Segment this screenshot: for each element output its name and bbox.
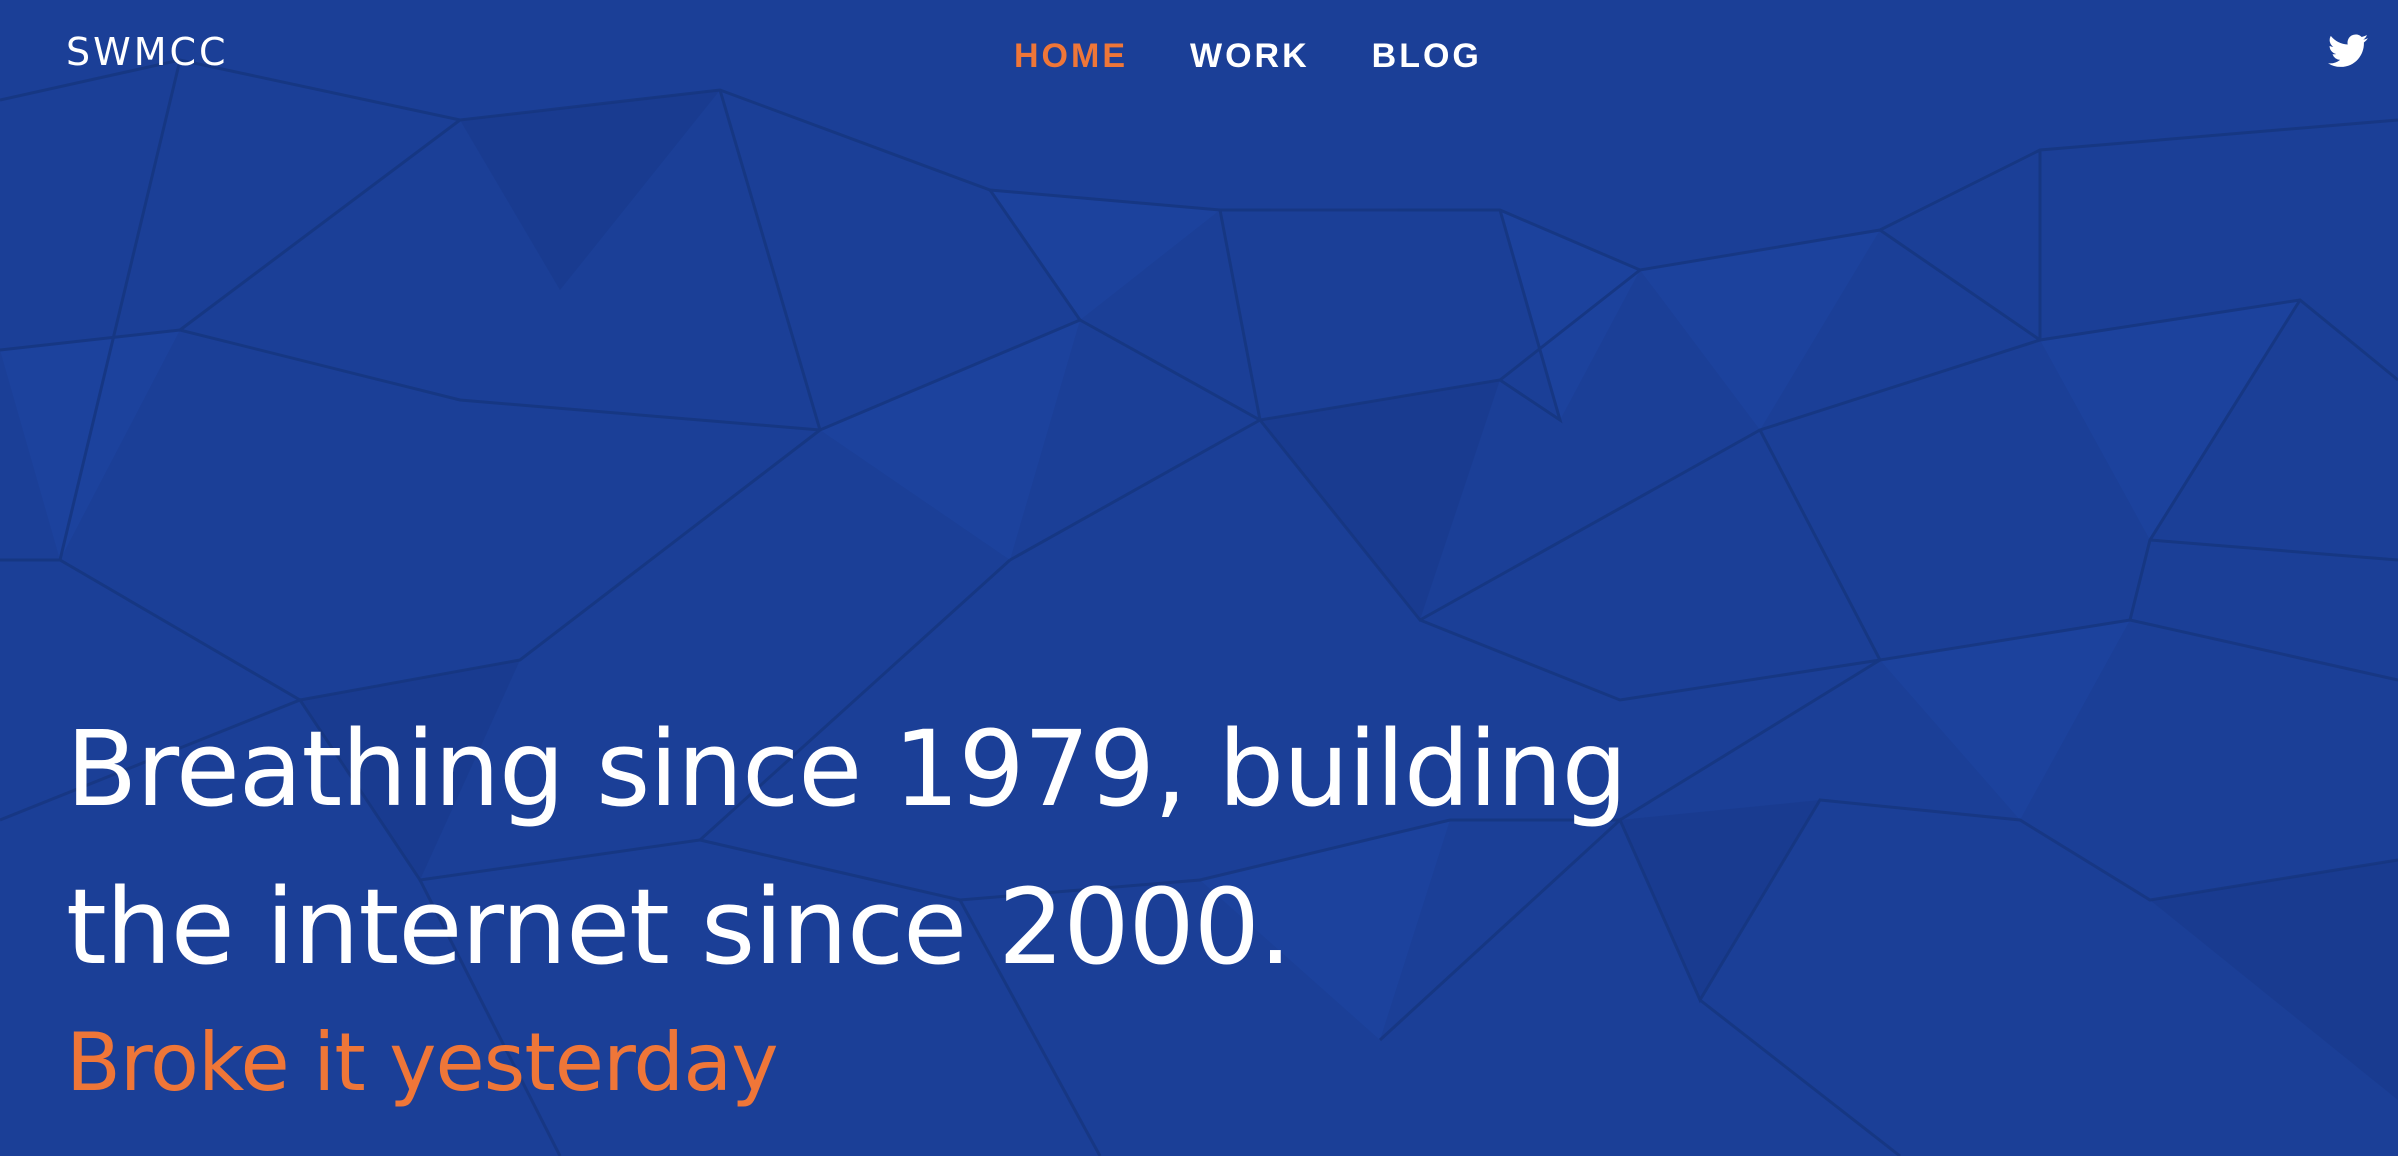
twitter-icon[interactable]: [2328, 34, 2368, 68]
hero-headline-line-1: Breathing since 1979, building: [66, 708, 1628, 830]
hero-headline-line-2: the internet since 2000.: [66, 866, 1292, 988]
nav-work[interactable]: WORK: [1190, 37, 1310, 76]
site-header: SWMCC HOME WORK BLOG: [0, 0, 2398, 120]
main-nav: HOME WORK BLOG: [1014, 37, 1482, 76]
nav-home[interactable]: HOME: [1014, 37, 1128, 76]
hero-subheadline: Broke it yesterday: [66, 1016, 779, 1109]
nav-blog[interactable]: BLOG: [1372, 37, 1482, 76]
site-logo[interactable]: SWMCC: [66, 30, 229, 74]
hero-section: Breathing since 1979, building the inter…: [66, 690, 1628, 1109]
